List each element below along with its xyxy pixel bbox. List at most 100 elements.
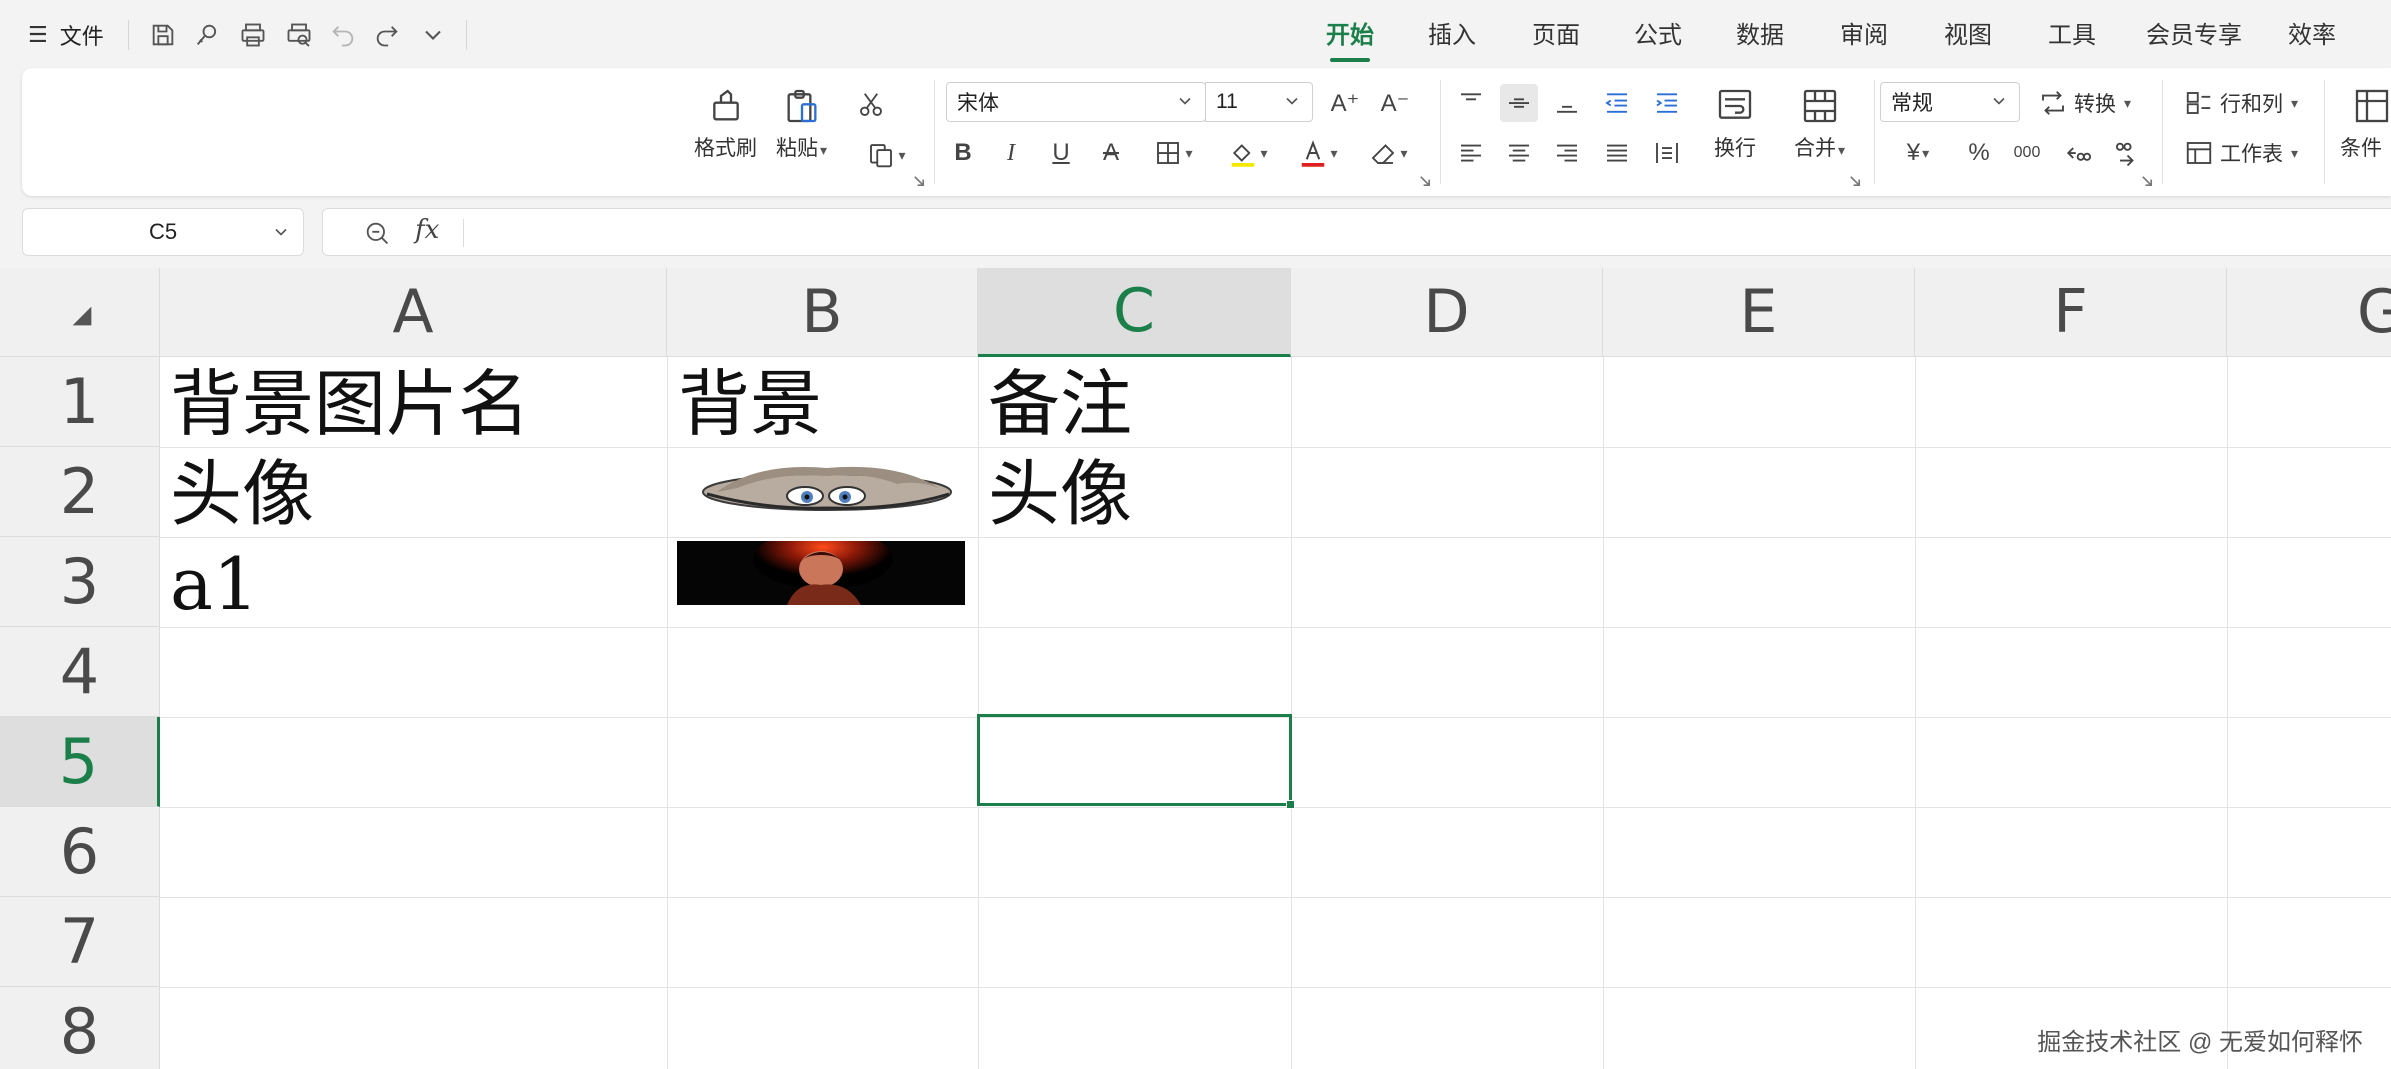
quick-access-more-icon[interactable] (416, 18, 450, 52)
rows-columns-icon (2186, 92, 2211, 114)
increase-decimal-icon[interactable] (2058, 134, 2096, 172)
tab-tools[interactable]: 工具 (2048, 18, 2096, 54)
column-header-c[interactable]: C (978, 268, 1291, 357)
gridline (160, 447, 2391, 448)
clear-format-icon[interactable]: ▾ (1358, 134, 1418, 172)
worksheet-button[interactable]: 工作表 ▾ (2184, 138, 2298, 168)
align-center-icon[interactable] (1500, 134, 1538, 172)
tab-data[interactable]: 数据 (1736, 18, 1784, 54)
tab-formulas[interactable]: 公式 (1634, 18, 1682, 54)
italic-icon[interactable]: I (992, 134, 1030, 172)
increase-indent-icon[interactable] (1648, 84, 1686, 122)
strikethrough-icon[interactable]: A (1092, 134, 1130, 172)
decrease-decimal-icon[interactable] (2106, 134, 2144, 172)
decrease-font-icon[interactable]: A⁻ (1376, 84, 1414, 122)
row-header-5[interactable]: 5 (0, 717, 160, 807)
font-color-icon[interactable]: ▾ (1288, 134, 1348, 172)
tab-insert[interactable]: 插入 (1428, 18, 1476, 54)
undo-icon[interactable] (326, 18, 360, 52)
align-right-icon[interactable] (1548, 134, 1586, 172)
wrap-text-icon (1718, 89, 1752, 119)
tab-member[interactable]: 会员专享 (2146, 18, 2242, 54)
column-header-b[interactable]: B (667, 268, 978, 357)
convert-button[interactable]: 转换 ▾ (2038, 88, 2131, 118)
tab-efficiency[interactable]: 效率 (2288, 18, 2336, 54)
rows-columns-button[interactable]: 行和列 ▾ (2184, 88, 2298, 118)
merge-label: 合并 ▾ (1794, 137, 1846, 160)
alignment-launcher-icon[interactable] (1848, 174, 1862, 188)
currency-icon[interactable]: ¥ ▾ (1888, 134, 1948, 172)
cell-c2[interactable]: 头像 (988, 458, 1132, 530)
tab-review[interactable]: 审阅 (1840, 18, 1888, 54)
formula-bar[interactable]: fx (322, 208, 2391, 256)
clipboard-launcher-icon[interactable] (912, 174, 926, 188)
bold-icon[interactable]: B (944, 134, 982, 172)
cell-b1[interactable]: 背景 (678, 368, 822, 440)
align-middle-icon[interactable] (1500, 84, 1538, 122)
cell-c1[interactable]: 备注 (988, 368, 1132, 440)
format-painter-button[interactable]: 格式刷 (694, 86, 757, 162)
merge-button[interactable]: 合并 ▾ (1794, 86, 1845, 162)
ribbon: 格式刷 粘贴 ▾ ▾ 宋体 11 A⁺ A⁻ B I U A ▾ ▾ ▾ ▾ 换… (22, 68, 2391, 196)
fill-color-icon[interactable]: ▾ (1218, 134, 1278, 172)
underline-icon[interactable]: U (1042, 134, 1080, 172)
row-header-7[interactable]: 7 (0, 897, 160, 987)
menu-icon: ☰ (28, 22, 48, 47)
tab-view[interactable]: 视图 (1944, 18, 1992, 54)
number-format-select[interactable]: 常规 (1880, 82, 2020, 122)
zoom-out-icon[interactable] (363, 219, 391, 247)
font-launcher-icon[interactable] (1418, 174, 1432, 188)
select-all-button[interactable] (0, 268, 160, 357)
cell-a3[interactable]: a1 (170, 548, 259, 620)
redo-icon[interactable] (370, 18, 404, 52)
row-header-2[interactable]: 2 (0, 447, 160, 537)
chevron-down-icon (1286, 97, 1298, 105)
font-size-select[interactable]: 11 (1205, 82, 1313, 122)
avatar-cartoon-image[interactable] (677, 458, 969, 526)
print-icon[interactable] (236, 18, 270, 52)
row-header-3[interactable]: 3 (0, 537, 160, 627)
column-header-d[interactable]: D (1291, 268, 1603, 357)
fill-handle[interactable] (1286, 800, 1295, 809)
distributed-align-icon[interactable] (1648, 134, 1686, 172)
row-header-6[interactable]: 6 (0, 807, 160, 897)
wrap-text-button[interactable]: 换行 (1714, 86, 1756, 162)
format-painter-label: 格式刷 (694, 137, 757, 160)
name-box[interactable]: C5 (22, 208, 304, 256)
cut-icon[interactable] (852, 86, 890, 124)
thousands-separator-icon[interactable]: 000 (2008, 134, 2046, 172)
borders-icon[interactable]: ▾ (1144, 134, 1202, 172)
percent-icon[interactable]: % (1960, 134, 1998, 172)
conditional-format-button[interactable]: 条件 (2340, 86, 2391, 162)
function-icon[interactable]: fx (415, 215, 439, 245)
column-header-f[interactable]: F (1915, 268, 2227, 357)
column-header-a[interactable]: A (160, 268, 667, 357)
cell-a1[interactable]: 背景图片名 (170, 368, 530, 440)
print-preview-icon[interactable] (282, 18, 316, 52)
cell-a2[interactable]: 头像 (170, 458, 314, 530)
paste-label: 粘贴 ▾ (776, 137, 828, 160)
save-icon[interactable] (146, 18, 180, 52)
gridline (1603, 357, 1604, 1069)
align-top-icon[interactable] (1452, 84, 1490, 122)
tab-page[interactable]: 页面 (1532, 18, 1580, 54)
column-header-g[interactable]: G (2227, 268, 2391, 357)
decrease-indent-icon[interactable] (1598, 84, 1636, 122)
row-header-1[interactable]: 1 (0, 357, 160, 447)
selected-cell-c5[interactable] (977, 714, 1292, 806)
copy-icon[interactable]: ▾ (856, 136, 916, 174)
column-header-e[interactable]: E (1603, 268, 1915, 357)
row-header-4[interactable]: 4 (0, 627, 160, 717)
share-icon[interactable] (190, 18, 224, 52)
align-bottom-icon[interactable] (1548, 84, 1586, 122)
row-header-8[interactable]: 8 (0, 987, 160, 1069)
file-menu-button[interactable]: ☰ 文件 (28, 18, 104, 52)
font-name-select[interactable]: 宋体 (946, 82, 1206, 122)
dark-red-portrait-image[interactable] (677, 541, 965, 605)
increase-font-icon[interactable]: A⁺ (1326, 84, 1364, 122)
justify-icon[interactable] (1598, 134, 1636, 172)
tab-home[interactable]: 开始 (1326, 18, 1374, 62)
number-launcher-icon[interactable] (2140, 174, 2154, 188)
align-left-icon[interactable] (1452, 134, 1490, 172)
paste-button[interactable]: 粘贴 ▾ (776, 86, 827, 162)
